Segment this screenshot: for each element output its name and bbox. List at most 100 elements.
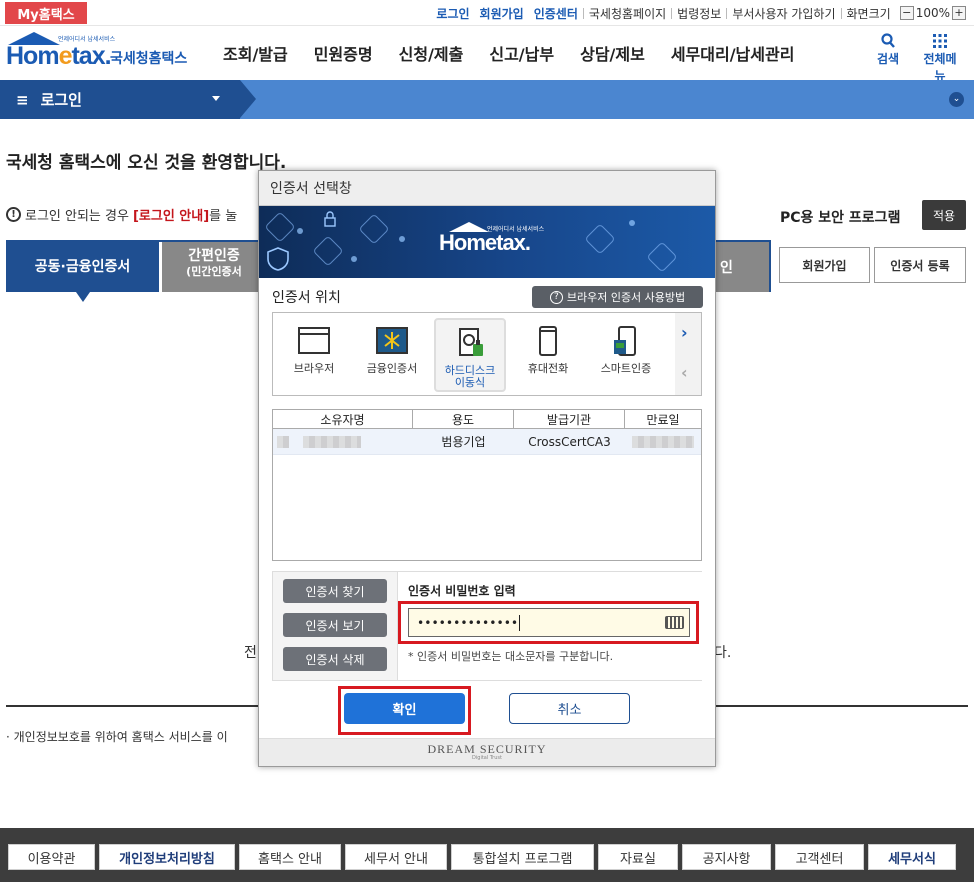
decor-dot <box>297 228 303 234</box>
cell-usage: 범용기업 <box>441 435 486 449</box>
decor-shape <box>584 223 616 255</box>
dream-security-tagline: Digital Trust <box>472 755 502 761</box>
view-cert-button[interactable]: 인증서 보기 <box>283 613 387 637</box>
footer-hometax-guide-link[interactable]: 홈택스 안내 <box>239 844 341 870</box>
cell-owner <box>273 429 413 454</box>
footer-tax-forms-link[interactable]: 세무서식 <box>868 844 956 870</box>
browser-cert-help-button[interactable]: ? 브라우저 인증서 사용방법 <box>532 286 703 308</box>
chevron-right-icon[interactable]: › <box>681 323 688 342</box>
tab-simple-auth-sub: (민간인증서 <box>186 265 242 278</box>
tab-joint-cert[interactable]: 공동·금융인증서 <box>6 240 159 302</box>
my-hometax-button[interactable]: My홈택스 <box>5 2 87 24</box>
breadcrumb-bar: ≡ 로그인 ⌄ <box>0 80 974 119</box>
breadcrumb-label: 로그인 <box>40 91 82 109</box>
table-row[interactable]: 범용기업 CrossCertCA3 <box>273 429 701 455</box>
footer-notice-link[interactable]: 공지사항 <box>682 844 771 870</box>
cancel-button[interactable]: 취소 <box>509 693 630 724</box>
cert-center-link[interactable]: 인증센터 <box>529 5 583 22</box>
location-phone[interactable]: 휴대전화 <box>512 318 584 392</box>
gnb-menu-consult[interactable]: 상담/제보 <box>567 41 658 65</box>
page-title: 국세청 홈택스에 오신 것을 환영합니다. <box>6 153 287 173</box>
zoom-in-button[interactable]: + <box>952 6 966 20</box>
password-case-note: * 인증서 비밀번호는 대소문자를 구분합니다. <box>408 650 614 663</box>
delete-cert-button[interactable]: 인증서 삭제 <box>283 647 387 671</box>
cell-issuer: CrossCertCA3 <box>528 434 611 449</box>
login-notice: ! 로그인 안되는 경우 [로그인 안내] 를 눌 <box>6 205 237 224</box>
cert-table-header: 소유자명 용도 발급기관 만료일 <box>273 410 701 429</box>
login-guide-link[interactable]: [로그인 안내] <box>133 205 209 224</box>
chevron-left-icon[interactable]: ‹ <box>681 363 688 382</box>
breadcrumb-login[interactable]: ≡ 로그인 <box>0 80 256 119</box>
cert-location-label: 인증서 위치 <box>272 290 341 306</box>
cert-select-dialog: 인증서 선택창 언제어디서 납세서비스 Hometax. 인증서 위치 ? 브라… <box>258 170 716 767</box>
location-finance-cert[interactable]: 금융인증서 <box>356 318 428 392</box>
allmenu-label: 전체메뉴 <box>923 52 957 83</box>
password-label: 인증서 비밀번호 입력 <box>408 584 516 598</box>
tab-other-login[interactable]: 인 <box>712 242 769 292</box>
harddisk-icon <box>459 328 483 356</box>
location-smart-cert[interactable]: 스마트인증 <box>590 318 662 392</box>
footer-privacy-link[interactable]: 개인정보처리방침 <box>99 844 235 870</box>
location-browser[interactable]: 브라우저 <box>278 318 350 392</box>
footer-archive-link[interactable]: 자료실 <box>598 844 678 870</box>
keyboard-icon[interactable] <box>665 616 684 629</box>
help-button-label: 브라우저 인증서 사용방법 <box>566 291 686 304</box>
column-usage: 용도 <box>413 410 514 428</box>
gnb-menu-tax-agent[interactable]: 세무대리/납세관리 <box>658 41 808 65</box>
apply-button[interactable]: 적용 <box>922 200 966 230</box>
breadcrumb-arrow <box>240 80 256 118</box>
tab-other-login-label: 인 <box>720 260 733 276</box>
find-cert-button[interactable]: 인증서 찾기 <box>283 579 387 603</box>
gnb-menu-certificate[interactable]: 민원증명 <box>301 41 386 65</box>
finance-cert-icon <box>376 327 408 354</box>
column-owner: 소유자명 <box>273 410 413 428</box>
cell-expiry <box>625 429 701 454</box>
gnb-menu-apply[interactable]: 신청/제출 <box>386 41 477 65</box>
column-issuer: 발급기관 <box>514 410 625 428</box>
decor-shape <box>264 211 296 243</box>
confirm-button[interactable]: 확인 <box>344 693 465 724</box>
hometax-logo[interactable]: 언제어디서 납세서비스 Hometax. 국세청홈택스 <box>6 32 191 72</box>
menu-icon: ≡ <box>16 90 29 109</box>
zoom-out-button[interactable]: − <box>899 6 914 20</box>
cert-password-input[interactable]: •••••••••••••• <box>408 608 690 637</box>
login-link[interactable]: 로그인 <box>431 5 474 22</box>
footer-taxoffice-link[interactable]: 세무서 안내 <box>345 844 447 870</box>
dialog-banner: 언제어디서 납세서비스 Hometax. <box>259 206 715 278</box>
header-search-button[interactable]: 검색 <box>866 32 910 67</box>
dialog-title: 인증서 선택창 <box>259 171 715 206</box>
tab-simple-auth[interactable]: 간편인증 (민간인증서 <box>162 242 266 292</box>
footer-support-link[interactable]: 고객센터 <box>775 844 864 870</box>
footer-terms-link[interactable]: 이용약관 <box>8 844 95 870</box>
cert-register-button[interactable]: 인증서 등록 <box>874 247 966 283</box>
password-input-panel: 인증서 비밀번호 입력 •••••••••••••• * 인증서 비밀번호는 대… <box>397 572 702 680</box>
redacted-owner <box>303 435 361 448</box>
global-nav: 조회/발급 민원증명 신청/제출 신고/납부 상담/제보 세무대리/납세관리 <box>210 26 807 80</box>
screen-size-label: 화면크기 <box>846 6 891 21</box>
header-allmenu-button[interactable]: 전체메뉴 <box>918 32 962 84</box>
footer-links: 이용약관 개인정보처리방침 홈택스 안내 세무서 안내 통합설치 프로그램 자료… <box>8 844 956 870</box>
decor-dot <box>351 256 357 262</box>
grid-icon <box>933 34 947 48</box>
location-scroll: › ‹ <box>675 313 701 395</box>
dept-user-join-link[interactable]: 부서사용자 가입하기 <box>727 5 840 22</box>
join-button[interactable]: 회원가입 <box>779 247 870 283</box>
hidden-text-right: 다. <box>714 645 732 661</box>
location-harddisk-label: 하드디스크 이동식 <box>444 364 496 389</box>
top-utility-bar: My홈택스 로그인 회원가입 인증센터 국세청홈페이지 법령정보 부서사용자 가… <box>0 0 974 26</box>
location-finance-cert-label: 금융인증서 <box>366 362 418 375</box>
phone-icon <box>539 326 557 356</box>
password-section: 인증서 찾기 인증서 보기 인증서 삭제 인증서 비밀번호 입력 •••••••… <box>272 571 702 681</box>
search-label: 검색 <box>876 52 900 66</box>
hidden-text-left: 전 <box>244 645 257 661</box>
nts-homepage-link[interactable]: 국세청홈페이지 <box>584 5 671 22</box>
gnb-menu-inquiry[interactable]: 조회/발급 <box>210 41 301 65</box>
notice-suffix: 를 눌 <box>209 209 238 224</box>
footer-install-link[interactable]: 통합설치 프로그램 <box>451 844 594 870</box>
law-info-link[interactable]: 법령정보 <box>672 5 726 22</box>
gnb-menu-report[interactable]: 신고/납부 <box>476 41 567 65</box>
location-harddisk[interactable]: 하드디스크 이동식 <box>434 318 506 392</box>
join-link[interactable]: 회원가입 <box>475 5 529 22</box>
expand-circle-icon[interactable]: ⌄ <box>949 92 964 107</box>
redacted-owner <box>277 435 289 448</box>
